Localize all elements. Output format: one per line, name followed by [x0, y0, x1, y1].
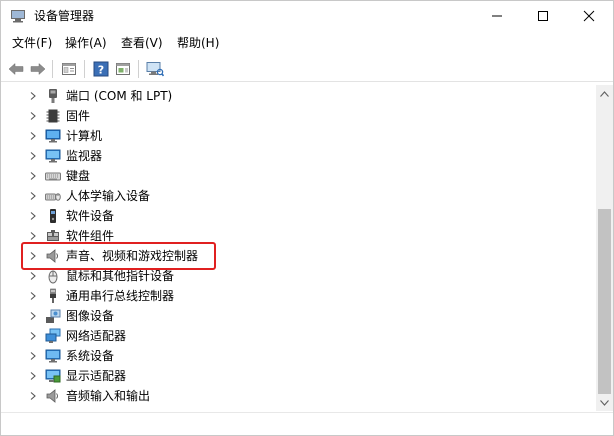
- tree-item-label: 固件: [66, 109, 91, 123]
- chevron-down-icon: [600, 399, 609, 406]
- tree-item-usb[interactable]: 通用串行总线控制器: [5, 286, 585, 306]
- toolbar-separator: [138, 60, 139, 78]
- tree-item-label: 键盘: [66, 169, 91, 183]
- help-icon: ?: [93, 61, 109, 77]
- chevron-right-icon[interactable]: [28, 131, 38, 141]
- tree-item-label: 音频输入和输出: [66, 389, 151, 403]
- tree-item-label: 图像设备: [66, 309, 115, 323]
- tree-item-label: 网络适配器: [66, 329, 127, 343]
- tree-item-keyboards[interactable]: 键盘: [5, 166, 585, 186]
- menu-view[interactable]: 查看(V): [119, 35, 165, 51]
- chevron-right-icon[interactable]: [28, 151, 38, 161]
- chevron-right-icon[interactable]: [28, 171, 38, 181]
- minimize-button[interactable]: [474, 1, 520, 31]
- update-driver-icon: [116, 63, 130, 75]
- tree-item-system-devices[interactable]: 系统设备: [5, 346, 585, 366]
- tree-item-computer[interactable]: 计算机: [5, 126, 585, 146]
- back-arrow-icon: [8, 62, 24, 76]
- tree-item-hid[interactable]: 人体学输入设备: [5, 186, 585, 206]
- camera-icon: [46, 309, 61, 323]
- chevron-up-icon: [600, 90, 609, 97]
- system-device-icon: [45, 349, 61, 363]
- port-icon: [49, 89, 57, 103]
- update-driver-button[interactable]: [113, 59, 133, 79]
- monitor-icon: [45, 149, 61, 163]
- tree-item-label: 软件设备: [66, 209, 115, 223]
- tree-item-label: 计算机: [66, 129, 103, 143]
- chevron-right-icon[interactable]: [28, 91, 38, 101]
- tree-item-software-devices[interactable]: 软件设备: [5, 206, 585, 226]
- device-manager-window: 设备管理器 文件(F) 操作(A) 查看(V) 帮助(H) ? 端口 (COM …: [0, 0, 614, 436]
- minimize-icon: [492, 15, 502, 17]
- scroll-up-button[interactable]: [596, 85, 613, 102]
- tree-item-label: 端口 (COM 和 LPT): [66, 89, 173, 103]
- toolbar: ?: [1, 56, 613, 82]
- close-button[interactable]: [566, 1, 612, 31]
- chevron-right-icon[interactable]: [28, 371, 38, 381]
- tree-item-label: 监视器: [66, 149, 103, 163]
- keyboard-icon: [45, 172, 61, 181]
- tree-item-audio-io[interactable]: 音频输入和输出: [5, 386, 585, 406]
- chevron-right-icon[interactable]: [28, 391, 38, 401]
- toolbar-separator: [84, 60, 85, 78]
- chevron-right-icon[interactable]: [28, 311, 38, 321]
- forward-arrow-icon: [30, 62, 46, 76]
- tree-item-monitors[interactable]: 监视器: [5, 146, 585, 166]
- chevron-right-icon[interactable]: [28, 191, 38, 201]
- tree-item-label: 鼠标和其他指针设备: [66, 269, 175, 283]
- maximize-button[interactable]: [520, 1, 566, 31]
- chevron-right-icon[interactable]: [28, 351, 38, 361]
- software-device-icon: [50, 209, 56, 223]
- help-button[interactable]: ?: [91, 59, 111, 79]
- svg-text:?: ?: [98, 64, 104, 77]
- menu-action[interactable]: 操作(A): [63, 35, 109, 51]
- menu-help[interactable]: 帮助(H): [175, 35, 221, 51]
- status-bar: [1, 412, 613, 435]
- usb-icon: [50, 288, 56, 303]
- chevron-right-icon[interactable]: [28, 231, 38, 241]
- computer-icon: [45, 129, 61, 143]
- chevron-right-icon[interactable]: [28, 111, 38, 121]
- back-button[interactable]: [6, 59, 26, 79]
- window-title: 设备管理器: [34, 9, 95, 23]
- chevron-right-icon[interactable]: [28, 271, 38, 281]
- tree-item-display-adapters[interactable]: 显示适配器: [5, 366, 585, 386]
- hid-icon: [45, 193, 61, 201]
- chevron-right-icon[interactable]: [28, 331, 38, 341]
- display-adapter-icon: [45, 369, 61, 383]
- chevron-right-icon[interactable]: [28, 291, 38, 301]
- highlight-box: [21, 242, 216, 270]
- tree-item-firmware[interactable]: 固件: [5, 106, 585, 126]
- scroll-down-button[interactable]: [596, 394, 613, 411]
- properties-icon: [62, 63, 76, 75]
- close-icon: [583, 10, 595, 22]
- scan-hardware-button[interactable]: [145, 59, 165, 79]
- tree-item-label: 系统设备: [66, 349, 115, 363]
- menu-file[interactable]: 文件(F): [10, 35, 54, 51]
- firmware-icon: [46, 109, 60, 123]
- tree-item-label: 显示适配器: [66, 369, 127, 383]
- tree-item-imaging[interactable]: 图像设备: [5, 306, 585, 326]
- mouse-icon: [48, 270, 58, 284]
- forward-button[interactable]: [28, 59, 48, 79]
- menu-bar: 文件(F) 操作(A) 查看(V) 帮助(H): [1, 32, 613, 54]
- tree-item-ports[interactable]: 端口 (COM 和 LPT): [5, 86, 585, 106]
- properties-button[interactable]: [59, 59, 79, 79]
- chevron-right-icon[interactable]: [28, 211, 38, 221]
- title-bar[interactable]: 设备管理器: [1, 1, 613, 31]
- audio-io-icon: [46, 389, 58, 403]
- vertical-scrollbar[interactable]: [596, 85, 613, 411]
- device-manager-app-icon: [11, 10, 25, 23]
- maximize-icon: [538, 11, 548, 21]
- scrollbar-thumb[interactable]: [598, 209, 611, 394]
- network-adapter-icon: [45, 328, 61, 343]
- toolbar-separator: [52, 60, 53, 78]
- tree-item-label: 通用串行总线控制器: [66, 289, 175, 303]
- scan-hardware-icon: [146, 62, 164, 77]
- tree-item-label: 人体学输入设备: [66, 189, 151, 203]
- tree-item-network-adapters[interactable]: 网络适配器: [5, 326, 585, 346]
